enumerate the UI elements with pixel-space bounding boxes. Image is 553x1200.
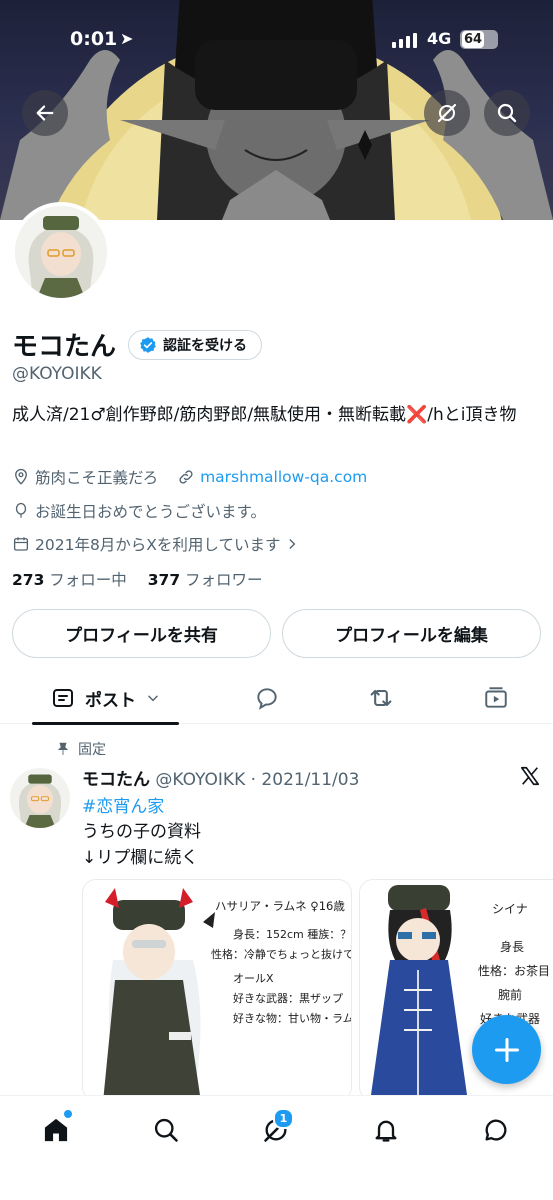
nav-explore[interactable] [146, 1110, 186, 1150]
avatar-image [15, 206, 107, 298]
compose-post-button[interactable] [472, 1015, 541, 1084]
posts-icon [53, 689, 73, 707]
media1-line5: 好きな物：甘い物・ラムネ [233, 1012, 352, 1025]
search-icon [154, 1118, 178, 1142]
tweet-hashtag[interactable]: #恋宵ん家 [82, 792, 164, 817]
media2-line2: 性格：お茶目 [478, 964, 551, 978]
plus-icon [494, 1037, 519, 1062]
tweet-line-2: ↓リプ欄に続く [82, 848, 199, 868]
signal-icon [392, 32, 417, 48]
reply-icon [257, 688, 277, 710]
chevron-down-icon [148, 695, 158, 702]
messages-badge: 1 [273, 1108, 294, 1129]
tab-replies[interactable] [247, 672, 287, 724]
profile-avatar[interactable] [11, 202, 111, 302]
x-logo-icon [519, 765, 541, 791]
following-link[interactable]: 273 フォロー中 [12, 571, 127, 589]
tweet-line-1: うちの子の資料 [82, 822, 201, 842]
media2-line3: 腕前 [498, 988, 523, 1002]
calendar-icon [13, 537, 29, 551]
tweet-media-1[interactable]: ハサリア・ラムネ ♀16歳 身長：152cm 種族：？ 性格：冷静でちょっと抜け… [82, 879, 352, 1101]
nav-messages[interactable] [476, 1110, 516, 1150]
bio-text-2: /hとi頂き物 [427, 405, 517, 425]
battery-level: 64 [462, 31, 484, 48]
tweet-author-name[interactable]: モコたん [82, 770, 150, 790]
verified-badge-icon [140, 336, 156, 353]
profile-website-link[interactable]: marshmallow-qa.com [200, 468, 367, 486]
media1-line2: 性格：冷静でちょっと抜けてる [211, 948, 352, 961]
profile-meta-row: 筋肉こそ正義だろ marshmallow-qa.com [12, 466, 367, 488]
media1-line3: オールX [233, 972, 274, 985]
joined-row[interactable]: 2021年8月からXを利用しています [12, 533, 299, 555]
pinned-label: 固定 [78, 742, 106, 758]
nav-notifications[interactable] [366, 1110, 406, 1150]
network-type: 4G [427, 29, 452, 48]
profile-birthday: お誕生日おめでとうございます。 [35, 503, 266, 521]
bell-icon [375, 1120, 397, 1142]
bio-cross-mark: ❌ [406, 405, 428, 425]
media2-line1: 身長 [500, 940, 525, 954]
tweet-avatar-image [10, 768, 70, 828]
followers-label: フォロワー [185, 571, 263, 589]
profile-handle: @KOYOIKK [12, 364, 102, 384]
get-verified-button[interactable]: 認証を受ける [128, 329, 263, 360]
media1-title: ハサリア・ラムネ ♀16歳 [215, 899, 345, 913]
tab-reposts[interactable] [361, 672, 401, 724]
video-icon [485, 687, 507, 708]
arrow-left-icon [36, 105, 54, 121]
profile-tabs: ポスト [0, 672, 553, 725]
media2-title: シイナ [492, 902, 528, 916]
bio-text-1: 成人済/21♂創作野郎/筋肉野郎/無駄使用・無断転載 [12, 405, 407, 425]
following-count: 273 [12, 571, 45, 589]
profile-joined: 2021年8月からXを利用しています [35, 536, 281, 554]
tab-posts-label: ポスト [85, 690, 136, 711]
media1-line4: 好きな武器：黒ザップ [233, 992, 343, 1005]
link-icon [179, 470, 193, 484]
tweet-header: モコたん @KOYOIKK · 2021/11/03 [82, 765, 359, 790]
share-profile-button[interactable]: プロフィールを共有 [12, 609, 271, 658]
tab-posts[interactable]: ポスト [32, 672, 179, 725]
profile-name-row: モコたん 認証を受ける [12, 326, 263, 363]
profile-banner[interactable]: 0:01 ➤ 4G 64 [0, 0, 553, 220]
chevron-right-icon [290, 539, 296, 549]
status-bar: 0:01 ➤ 4G 64 [0, 28, 553, 54]
followers-link[interactable]: 377 フォロワー [148, 571, 263, 589]
bottom-navigation: 1 [0, 1095, 553, 1200]
chat-bubble-icon [485, 1119, 507, 1141]
grok-icon [437, 103, 457, 123]
nav-grok[interactable]: 1 [256, 1108, 296, 1150]
pinned-indicator: 固定 [56, 739, 106, 759]
back-button[interactable] [22, 90, 68, 136]
profile-name: モコたん [12, 332, 117, 362]
home-notification-dot [64, 1110, 72, 1118]
tweet-text: うちの子の資料 ↓リプ欄に続く [82, 819, 201, 871]
search-icon [497, 103, 517, 123]
tweet-handle-date: @KOYOIKK · 2021/11/03 [155, 770, 360, 790]
status-time: 0:01 [70, 28, 118, 50]
nav-home[interactable] [36, 1110, 76, 1150]
profile-bio: 成人済/21♂創作野郎/筋肉野郎/無駄使用・無断転載❌/hとi頂き物 [12, 402, 542, 429]
home-icon [44, 1118, 68, 1142]
media1-line1: 身長：152cm 種族：？ [233, 928, 352, 941]
birthday-row: お誕生日おめでとうございます。 [12, 500, 266, 522]
follow-stats: 273 フォロー中 377 フォロワー [12, 568, 263, 590]
tweet-author-avatar[interactable] [10, 768, 70, 828]
location-arrow-icon: ➤ [120, 29, 134, 48]
profile-location: 筋肉こそ正義だろ [35, 469, 159, 487]
tab-media[interactable] [476, 672, 516, 724]
get-verified-label: 認証を受ける [163, 337, 248, 354]
battery-icon: 64 [460, 30, 498, 49]
edit-profile-button[interactable]: プロフィールを編集 [282, 609, 541, 658]
location-pin-icon [15, 468, 27, 485]
following-label: フォロー中 [49, 571, 127, 589]
repost-icon [370, 689, 392, 707]
grok-button[interactable] [424, 90, 470, 136]
search-button[interactable] [484, 90, 530, 136]
pin-icon [57, 742, 69, 755]
balloon-icon [15, 502, 27, 518]
followers-count: 377 [147, 571, 181, 589]
